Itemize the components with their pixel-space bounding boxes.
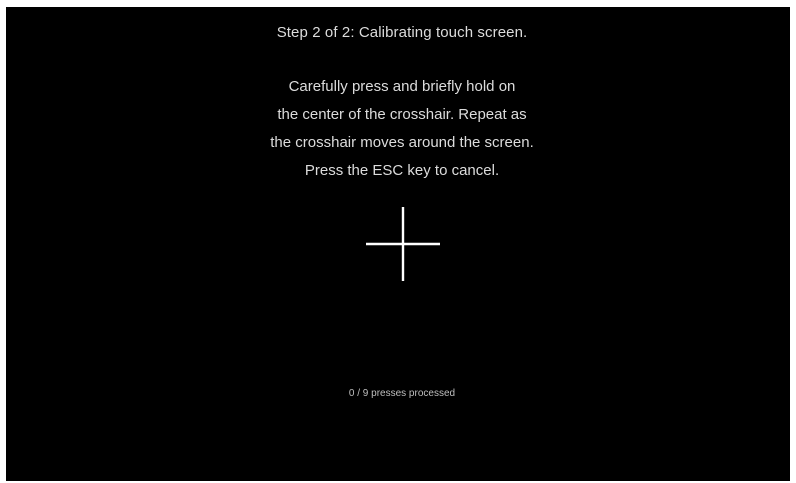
instruction-line: Carefully press and briefly hold on (288, 78, 516, 95)
instructions: Carefully press and briefly hold on the … (6, 77, 796, 189)
instruction-line: the crosshair moves around the screen. (270, 134, 534, 151)
instruction-line: Press the ESC key to cancel. (304, 162, 500, 179)
step-title: Step 2 of 2: Calibrating touch screen. (276, 24, 528, 41)
calibration-screen[interactable]: Step 2 of 2: Calibrating touch screen. C… (6, 7, 790, 481)
instruction-line: the center of the crosshair. Repeat as (277, 106, 527, 123)
progress-status: 0 / 9 presses processed (348, 388, 456, 399)
crosshair-icon[interactable] (366, 207, 440, 281)
crosshair-graphic (366, 207, 440, 281)
